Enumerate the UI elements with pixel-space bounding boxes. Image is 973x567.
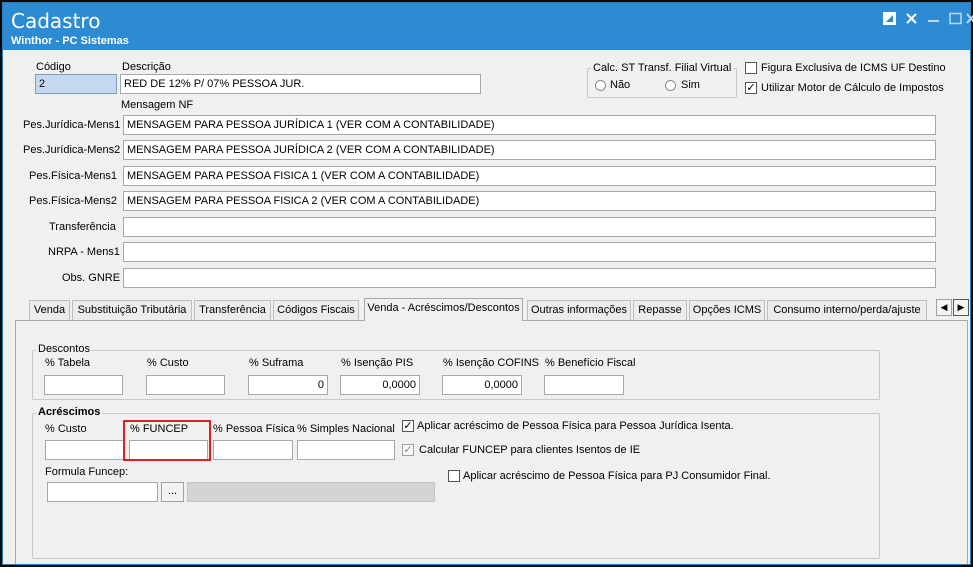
close-icon[interactable] xyxy=(905,12,919,26)
tab-scroll-left-icon[interactable]: ◀ xyxy=(936,299,952,316)
funcep-highlight-box xyxy=(123,420,211,461)
acr-simples-nacional-input[interactable] xyxy=(297,440,395,460)
descricao-input[interactable]: RED DE 12% P/ 07% PESSOA JUR. xyxy=(120,74,481,94)
tab-panel-acrescimos-descontos: Descontos % Tabela % Custo % Suframa 0 %… xyxy=(15,320,968,564)
tab-codigos-fiscais[interactable]: Códigos Fiscais xyxy=(273,300,359,320)
formula-funcep-input[interactable] xyxy=(47,482,158,502)
formula-description-field xyxy=(187,482,435,502)
utilizar-motor-checkbox[interactable]: ✓ xyxy=(745,82,757,94)
acr-custo-input[interactable] xyxy=(45,440,125,460)
desc-custo-input[interactable] xyxy=(146,375,225,395)
close-icon[interactable] xyxy=(966,12,973,26)
msg-label-nrpa: NRPA - Mens1 xyxy=(48,246,120,258)
radio-nao[interactable] xyxy=(595,80,606,91)
tab-venda[interactable]: Venda xyxy=(29,300,70,320)
tab-venda-acrescimos-descontos[interactable]: Venda - Acréscimos/Descontos xyxy=(364,298,523,321)
formula-funcep-label: Formula Funcep: xyxy=(45,466,129,478)
utilizar-motor-label: Utilizar Motor de Cálculo de Impostos xyxy=(761,82,944,94)
tab-consumo-interno[interactable]: Consumo interno/perda/ajuste xyxy=(767,300,927,320)
msg-input-pf2[interactable]: MENSAGEM PARA PESSOA FISICA 2 (VER COM A… xyxy=(123,191,936,211)
mensagem-nf-label: Mensagem NF xyxy=(121,99,194,111)
acr-pessoa-fisica-input[interactable] xyxy=(213,440,293,460)
calc-st-title: Calc. ST Transf. Filial Virtual xyxy=(591,62,734,74)
tab-opcoes-icms[interactable]: Opções ICMS xyxy=(689,300,765,320)
codigo-label: Código xyxy=(36,61,71,73)
tab-scroll-right-icon[interactable]: ▶ xyxy=(953,299,969,316)
tab-outras-informacoes[interactable]: Outras informações xyxy=(527,300,631,320)
form-content: Código 2 Descrição RED DE 12% P/ 07% PES… xyxy=(3,50,970,564)
msg-label-pf2: Pes.Física-Mens2 xyxy=(29,195,118,207)
desc-suframa-label: % Suframa xyxy=(249,357,304,369)
msg-label-pf1: Pes.Física-Mens1 xyxy=(29,170,118,182)
desc-isencao-cofins-input[interactable]: 0,0000 xyxy=(442,375,522,395)
msg-label-gnre: Obs. GNRE xyxy=(62,272,121,284)
codigo-input[interactable]: 2 xyxy=(35,74,117,94)
msg-label-pj1: Pes.Jurídica-Mens1 xyxy=(23,119,121,131)
tab-transferencia[interactable]: Transferência xyxy=(194,300,271,320)
tab-bar: Venda Substituição Tributária Transferên… xyxy=(15,298,970,321)
desc-tabela-input[interactable] xyxy=(44,375,123,395)
window-title: Cadastro xyxy=(11,9,101,33)
figura-exclusiva-checkbox[interactable] xyxy=(745,62,757,74)
descricao-label: Descrição xyxy=(122,61,171,73)
descontos-title: Descontos xyxy=(36,343,92,355)
desc-isencao-cofins-label: % Isenção COFINS xyxy=(443,357,539,369)
desc-isencao-pis-label: % Isenção PIS xyxy=(341,357,414,369)
radio-nao-label: Não xyxy=(610,79,631,91)
title-bar: Cadastro Winthor - PC Sistemas xyxy=(3,3,973,50)
window-subtitle: Winthor - PC Sistemas xyxy=(11,35,129,47)
desc-beneficio-fiscal-input[interactable] xyxy=(544,375,624,395)
aplicar-pj-consumidor-label: Aplicar acréscimo de Pessoa Física para … xyxy=(463,470,771,482)
tab-repasse[interactable]: Repasse xyxy=(633,300,687,320)
formula-lookup-button[interactable]: ... xyxy=(161,482,184,502)
desc-isencao-pis-input[interactable]: 0,0000 xyxy=(340,375,420,395)
msg-input-pj1[interactable]: MENSAGEM PARA PESSOA JURÍDICA 1 (VER COM… xyxy=(123,115,936,135)
acr-custo-label: % Custo xyxy=(45,423,87,435)
acr-pessoa-fisica-label: % Pessoa Física xyxy=(213,423,295,435)
minimize-icon[interactable] xyxy=(927,12,941,26)
desc-custo-label: % Custo xyxy=(147,357,189,369)
desc-beneficio-fiscal-label: % Benefício Fiscal xyxy=(545,357,636,369)
radio-sim[interactable] xyxy=(665,80,676,91)
msg-label-transferencia: Transferência xyxy=(49,221,116,233)
cadastro-window: Cadastro Winthor - PC Sistemas Código 2 … xyxy=(2,2,973,565)
msg-input-gnre[interactable] xyxy=(123,268,936,288)
msg-input-pj2[interactable]: MENSAGEM PARA PESSOA JURÍDICA 2 (VER COM… xyxy=(123,140,936,160)
msg-label-pj2: Pes.Jurídica-Mens2 xyxy=(23,144,121,156)
tab-substituicao-tributaria[interactable]: Substituição Tributária xyxy=(72,300,192,320)
acr-simples-nacional-label: % Simples Nacional xyxy=(297,423,395,435)
aplicar-pj-consumidor-checkbox[interactable] xyxy=(448,470,460,482)
aplicar-pj-isenta-label: Aplicar acréscimo de Pessoa Física para … xyxy=(417,420,734,432)
radio-sim-label: Sim xyxy=(681,79,700,91)
desc-tabela-label: % Tabela xyxy=(45,357,91,369)
msg-input-nrpa[interactable] xyxy=(123,242,936,262)
edit-icon[interactable] xyxy=(883,12,897,26)
acrescimos-title: Acréscimos xyxy=(36,406,103,418)
figura-exclusiva-label: Figura Exclusiva de ICMS UF Destino xyxy=(761,62,946,74)
calcular-funcep-checkbox[interactable]: ✓ xyxy=(402,444,414,456)
calcular-funcep-label: Calcular FUNCEP para clientes Isentos de… xyxy=(419,444,641,456)
msg-input-transferencia[interactable] xyxy=(123,217,936,237)
msg-input-pf1[interactable]: MENSAGEM PARA PESSOA FISICA 1 (VER COM A… xyxy=(123,166,936,186)
maximize-icon[interactable] xyxy=(949,12,963,26)
aplicar-pj-isenta-checkbox[interactable]: ✓ xyxy=(402,420,414,432)
desc-suframa-input[interactable]: 0 xyxy=(248,375,328,395)
